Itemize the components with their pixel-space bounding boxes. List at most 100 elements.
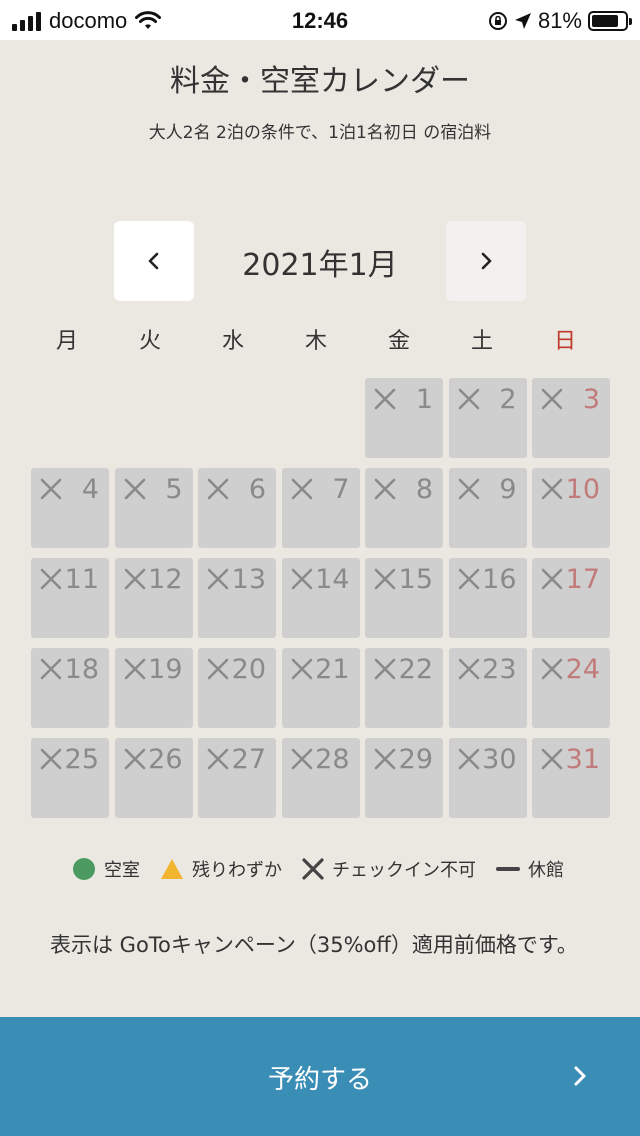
calendar-day-number: 25 [64, 744, 99, 775]
calendar-day-cell[interactable]: 13 [198, 558, 276, 638]
cross-icon [374, 748, 396, 770]
calendar-day-cell[interactable]: 2 [448, 378, 527, 458]
calendar-blank-cell [31, 378, 109, 458]
legend: 空室 残りわずか チェックイン不可 休館 [72, 856, 632, 882]
page-subtitle: 大人2名 2泊の条件で、1泊1名初日 の宿泊料 [148, 123, 492, 143]
weekday-label: 水 [221, 329, 244, 354]
cross-icon [291, 478, 312, 500]
cross-icon [541, 388, 563, 410]
calendar-day-cell[interactable]: 28 [281, 738, 360, 818]
legend-closed: 休館 [496, 856, 564, 882]
battery-fill [592, 15, 618, 27]
cross-icon [541, 748, 563, 770]
location-arrow-icon [514, 13, 531, 29]
calendar-day-number: 27 [231, 744, 266, 775]
triangle-icon [161, 859, 183, 879]
calendar-day-cell[interactable]: 9 [448, 468, 527, 548]
weekday-header: 月火水木金土日 [28, 323, 612, 355]
calendar-day-cell[interactable]: 19 [114, 648, 193, 728]
calendar-day-number: 15 [398, 564, 433, 595]
next-month-button[interactable] [446, 221, 526, 301]
calendar-day-number: 21 [315, 654, 350, 685]
weekday-label: 木 [304, 329, 327, 354]
legend-no-checkin-label: チェックイン不可 [332, 860, 476, 881]
cross-icon [40, 658, 62, 680]
chevron-left-icon [148, 252, 159, 270]
calendar-day-number: 5 [165, 474, 183, 505]
cross-icon [458, 388, 479, 410]
calendar-day-cell[interactable]: 20 [198, 648, 276, 728]
legend-available-label: 空室 [104, 860, 140, 881]
cross-icon [291, 748, 312, 770]
legend-no-checkin: チェックイン不可 [302, 856, 476, 882]
cross-icon [124, 478, 145, 500]
reserve-button[interactable]: 予約する [0, 1017, 640, 1136]
calendar-day-cell[interactable]: 31 [532, 738, 610, 818]
calendar-day-cell[interactable]: 24 [532, 648, 610, 728]
calendar-day-cell[interactable]: 3 [532, 378, 610, 458]
calendar-day-cell[interactable]: 1 [365, 378, 443, 458]
cross-icon [541, 658, 563, 680]
weekday-label: 月 [55, 329, 78, 354]
calendar-day-cell[interactable]: 22 [365, 648, 443, 728]
cross-icon [291, 568, 312, 590]
calendar-day-cell[interactable]: 6 [198, 468, 276, 548]
calendar-day-number: 6 [248, 474, 266, 505]
calendar-day-number: 9 [499, 474, 517, 505]
legend-closed-label: 休館 [528, 860, 564, 881]
cross-icon [374, 388, 396, 410]
calendar-day-cell[interactable]: 7 [281, 468, 360, 548]
cross-icon [40, 748, 62, 770]
cross-icon [541, 568, 563, 590]
legend-available: 空室 [72, 856, 140, 882]
calendar-day-cell[interactable]: 18 [31, 648, 109, 728]
calendar-day-number: 19 [148, 654, 183, 685]
calendar-day-number: 7 [332, 474, 350, 505]
calendar-day-cell[interactable]: 29 [365, 738, 443, 818]
calendar-day-number: 16 [482, 564, 517, 595]
calendar-day-cell[interactable]: 25 [31, 738, 109, 818]
cross-icon [40, 568, 62, 590]
weekday-label: 土 [470, 329, 493, 354]
calendar-day-cell[interactable]: 11 [31, 558, 109, 638]
cross-icon [541, 478, 563, 500]
status-right: 81% [488, 8, 632, 34]
calendar-day-cell[interactable]: 8 [365, 468, 443, 548]
page-title: 料金・空室カレンダー [170, 64, 470, 99]
calendar-day-cell[interactable]: 14 [281, 558, 360, 638]
month-label: 2021年1月 [242, 248, 398, 283]
chevron-right-icon [481, 252, 492, 270]
calendar-day-number: 2 [499, 384, 517, 415]
calendar-grid: 1 2 3 4 5 6 7 8 9 10 11 12 13 14 15 16 17 18 19 20 21 22 23 24 2… [31, 378, 610, 818]
cross-icon [124, 748, 145, 770]
calendar-day-number: 8 [415, 474, 433, 505]
orientation-lock-icon [488, 12, 507, 30]
calendar-day-cell[interactable]: 10 [532, 468, 610, 548]
calendar-day-cell[interactable]: 30 [448, 738, 527, 818]
dash-icon [496, 867, 520, 871]
cross-icon [458, 748, 479, 770]
calendar-day-cell[interactable]: 15 [365, 558, 443, 638]
prev-month-button[interactable] [114, 221, 194, 301]
calendar-day-cell[interactable]: 4 [31, 468, 109, 548]
cross-icon [40, 478, 62, 500]
calendar-day-cell[interactable]: 27 [198, 738, 276, 818]
weekday-label: 日 [553, 329, 576, 354]
calendar-day-number: 31 [565, 744, 600, 775]
cross-icon [458, 478, 479, 500]
calendar-day-cell[interactable]: 17 [532, 558, 610, 638]
calendar-day-cell[interactable]: 5 [114, 468, 193, 548]
calendar-day-cell[interactable]: 23 [448, 648, 527, 728]
cross-icon [291, 658, 312, 680]
status-bar: docomo 12:46 81% [0, 0, 640, 40]
cross-icon [458, 568, 479, 590]
weekday-label: 火 [138, 329, 161, 354]
calendar-day-cell[interactable]: 26 [114, 738, 193, 818]
cross-icon [207, 478, 229, 500]
calendar-day-cell[interactable]: 16 [448, 558, 527, 638]
calendar-day-cell[interactable]: 12 [114, 558, 193, 638]
cross-icon [458, 658, 479, 680]
calendar-day-cell[interactable]: 21 [281, 648, 360, 728]
calendar-day-number: 12 [148, 564, 183, 595]
calendar-blank-cell [115, 378, 193, 458]
